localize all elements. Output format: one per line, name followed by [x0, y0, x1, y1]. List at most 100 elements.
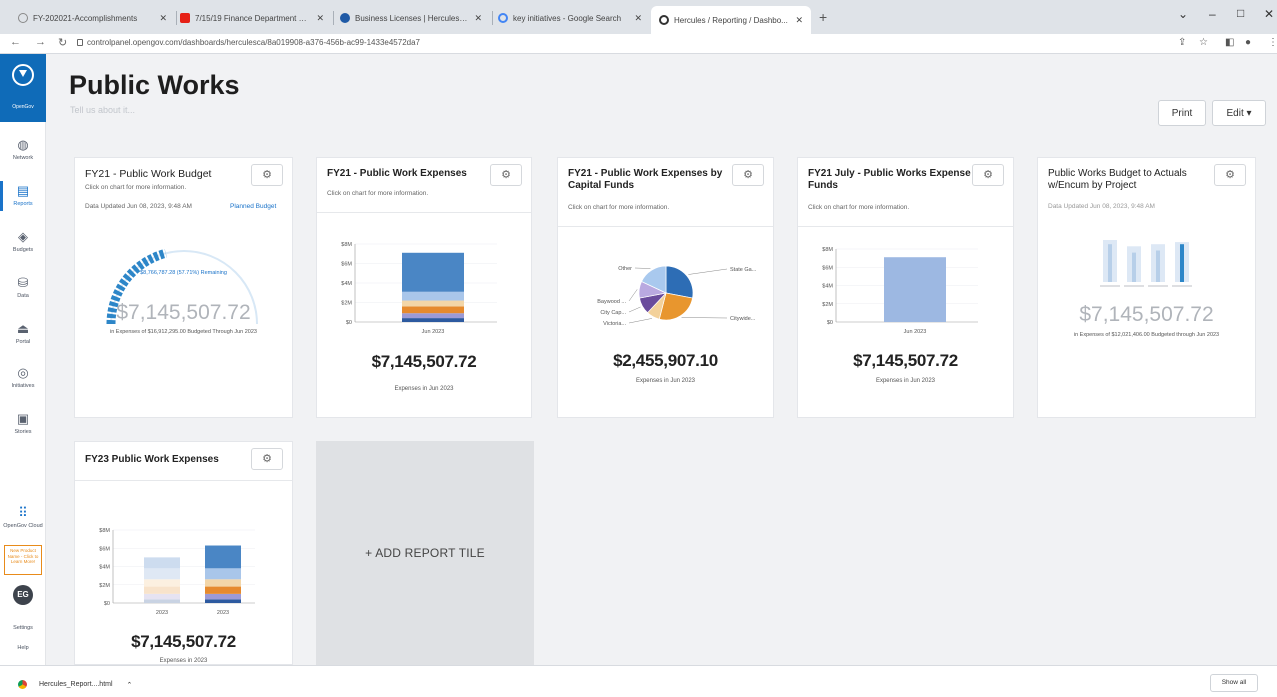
- reload-icon[interactable]: ↻: [58, 36, 67, 49]
- budget-to-actuals-bar-chart[interactable]: [1038, 236, 1257, 294]
- tab-close-icon[interactable]: ✕: [474, 13, 482, 24]
- browser-tab-active[interactable]: Hercules / Reporting / Dashbo... ✕: [651, 6, 811, 34]
- report-tile-fy23-expenses[interactable]: FY23 Public Work Expenses ⚙ $8M $6M $4M $2M…: [74, 441, 293, 665]
- nav-item-initiatives[interactable]: ◎ Initiatives: [0, 365, 46, 390]
- fy23-stacked-bar-chart[interactable]: $8M $6M $4M $2M $0 2023 2023: [75, 524, 294, 619]
- gauge-remaining-label: $8,766,787.28 (57.71%) Remaining: [140, 270, 227, 276]
- tile-settings-gear-icon[interactable]: ⚙: [490, 164, 522, 186]
- pie-leader-line: [681, 317, 728, 319]
- bar-segment: [144, 568, 180, 580]
- download-filename: Hercules_Report....html: [39, 681, 113, 688]
- tile-caption: Expenses in 2023: [159, 658, 208, 664]
- show-all-downloads-button[interactable]: Show all: [1210, 674, 1258, 692]
- y-tick-label: $4M: [99, 565, 110, 571]
- chevron-up-icon[interactable]: ⌃: [127, 681, 133, 689]
- minimize-icon[interactable]: –: [1209, 7, 1216, 21]
- actual-bar: [1132, 252, 1136, 282]
- browser-tab[interactable]: 7/15/19 Finance Department St... ✕: [172, 7, 332, 29]
- add-report-tile-button[interactable]: + ADD REPORT TILE: [316, 441, 534, 665]
- browser-tab[interactable]: Business Licenses | Hercules, CA ✕: [332, 7, 490, 29]
- new-product-promo-link[interactable]: New Product Name - Click to Learn More!: [4, 545, 42, 575]
- nav-item-label: Data: [17, 293, 29, 299]
- tile-settings-gear-icon[interactable]: ⚙: [732, 164, 764, 186]
- portal-icon: ⏏: [16, 321, 30, 336]
- print-button[interactable]: Print: [1158, 100, 1206, 126]
- nav-item-label: Initiatives: [11, 383, 35, 389]
- globe-icon: ◍: [17, 137, 29, 152]
- nav-item-settings[interactable]: Settings: [0, 622, 46, 631]
- tile-caption: Expenses in Jun 2023: [635, 378, 696, 384]
- back-icon[interactable]: ←: [10, 36, 21, 48]
- x-tick-label: 2023: [156, 610, 168, 616]
- planned-budget-link[interactable]: Planned Budget: [230, 203, 276, 210]
- y-tick-label: $8M: [99, 528, 110, 534]
- tile-settings-gear-icon[interactable]: ⚙: [972, 164, 1004, 186]
- bar-segment: [205, 593, 241, 600]
- tile-subtitle: Click on chart for more information.: [85, 184, 187, 191]
- report-tile-expenses[interactable]: FY21 - Public Work Expenses ⚙ Click on c…: [316, 157, 532, 418]
- tile-settings-gear-icon[interactable]: ⚙: [251, 448, 283, 470]
- new-tab-button[interactable]: +: [819, 9, 827, 25]
- browser-tab[interactable]: key initiatives - Google Search ✕: [490, 7, 650, 29]
- nav-item-network[interactable]: ◍ Network: [0, 137, 46, 162]
- nav-item-label: Settings: [13, 625, 33, 631]
- nav-item-reports[interactable]: ▤ Reports: [0, 181, 46, 211]
- page-description-input[interactable]: Tell us about it...: [70, 105, 135, 115]
- x-tick-label: Jun 2023: [904, 329, 927, 335]
- left-nav: OpenGov ◍ Network ▤ Reports ◈ Budgets ⛁ …: [0, 54, 46, 665]
- browser-menu-icon[interactable]: ⋮: [1268, 37, 1277, 48]
- tile-title: FY21 - Public Work Expenses by Capital F…: [568, 168, 723, 191]
- july-funds-bar-chart[interactable]: $8M $6M $4M $2M $0 Jun 2023: [798, 243, 1015, 338]
- opengov-brand[interactable]: OpenGov: [0, 54, 46, 122]
- report-tile-july-expense-funds[interactable]: FY21 July - Public Works Expense Funds ⚙…: [797, 157, 1014, 418]
- profile-icon[interactable]: ●: [1245, 37, 1251, 48]
- share-icon[interactable]: ⇪: [1178, 37, 1186, 48]
- lock-icon: [77, 39, 83, 46]
- tile-amount: $2,455,907.10: [613, 351, 718, 370]
- tab-close-icon[interactable]: ✕: [159, 13, 167, 24]
- tile-settings-gear-icon[interactable]: ⚙: [251, 164, 283, 186]
- pie-label: Victoria...: [603, 321, 626, 327]
- pie-leader-line: [688, 268, 728, 275]
- google-icon: [498, 13, 508, 23]
- tab-search-icon[interactable]: ⌄: [1178, 7, 1188, 21]
- download-bar: Hercules_Report....html ⌃: [0, 665, 1277, 697]
- tab-close-icon[interactable]: ✕: [634, 13, 642, 24]
- close-window-icon[interactable]: ✕: [1264, 7, 1274, 21]
- url-field[interactable]: controlpanel.opengov.com/dashboards/herc…: [87, 38, 420, 47]
- tile-caption: Expenses in Jun 2023: [394, 386, 454, 392]
- nav-item-stories[interactable]: ▣ Stories: [0, 412, 46, 436]
- download-item[interactable]: Hercules_Report....html ⌃: [18, 680, 132, 689]
- nav-item-portal[interactable]: ⏏ Portal: [0, 321, 46, 346]
- tile-caption: Expenses in Jun 2023: [875, 378, 936, 384]
- browser-tab-bar: FY-202021-Accomplishments ✕ 7/15/19 Fina…: [0, 0, 1277, 34]
- target-icon: ◎: [17, 365, 29, 380]
- nav-item-label: Reports: [13, 201, 33, 207]
- maximize-icon[interactable]: □: [1237, 6, 1244, 20]
- forward-icon[interactable]: →: [35, 36, 46, 48]
- bar-segment: [144, 599, 180, 603]
- report-tile-budget-to-actuals[interactable]: Public Works Budget to Actuals w/Encum b…: [1037, 157, 1256, 418]
- tab-title: Business Licenses | Hercules, CA: [355, 13, 469, 23]
- tile-settings-gear-icon[interactable]: ⚙: [1214, 164, 1246, 186]
- pie-leader-line: [628, 306, 641, 313]
- sidebar-panel-icon[interactable]: ◧: [1225, 37, 1234, 48]
- pie-label: Citywide...: [730, 316, 756, 322]
- y-tick-label: $2M: [99, 583, 110, 589]
- browser-tab[interactable]: FY-202021-Accomplishments ✕: [10, 7, 175, 29]
- capital-funds-pie-chart[interactable]: State Ga... Citywide... Victoria... City Ca…: [558, 253, 775, 343]
- avatar[interactable]: EG: [13, 585, 33, 605]
- expenses-stacked-bar-chart[interactable]: $8M $6M $4M $2M $0 Jun 2023: [317, 238, 533, 338]
- nav-item-opengov-cloud[interactable]: ⠿ OpenGov Cloud: [0, 506, 46, 530]
- edit-dropdown-button[interactable]: Edit ▾: [1212, 100, 1266, 126]
- nav-item-help[interactable]: Help: [0, 642, 46, 651]
- tab-close-icon[interactable]: ✕: [795, 15, 803, 26]
- bookmark-star-icon[interactable]: ☆: [1199, 37, 1208, 48]
- report-tile-capital-funds[interactable]: FY21 - Public Work Expenses by Capital F…: [557, 157, 774, 418]
- tab-close-icon[interactable]: ✕: [316, 13, 324, 24]
- nav-item-budgets[interactable]: ◈ Budgets: [0, 230, 46, 254]
- nav-item-data[interactable]: ⛁ Data: [0, 276, 46, 300]
- report-tile-budget[interactable]: FY21 - Public Work Budget ⚙ Click on cha…: [74, 157, 293, 418]
- brand-label: OpenGov: [12, 104, 34, 110]
- pie-leader-line: [634, 267, 651, 269]
